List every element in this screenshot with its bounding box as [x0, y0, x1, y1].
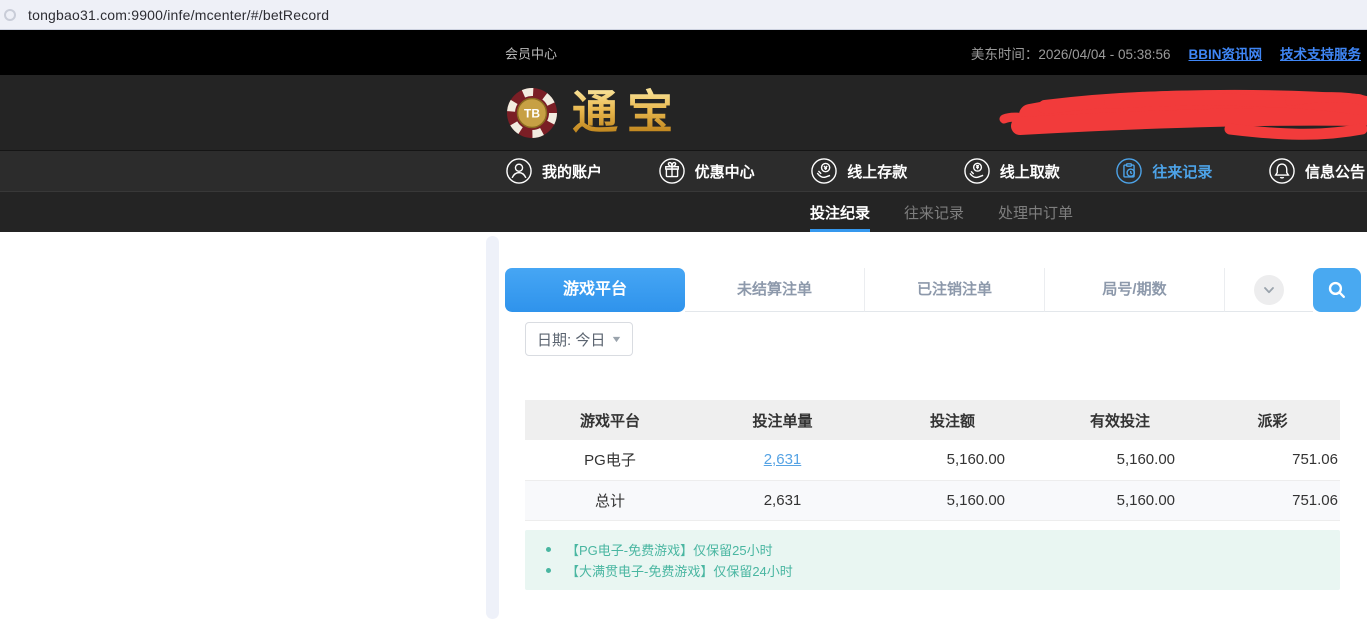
- cell-total-bet-amount: 5,160.00: [870, 480, 1035, 520]
- col-bet-count: 投注单量: [695, 400, 870, 440]
- col-valid-bet: 有效投注: [1035, 400, 1205, 440]
- chevron-down-icon: [1254, 275, 1284, 305]
- note-text: 【PG电子-免费游戏】仅保留25小时: [566, 540, 773, 559]
- tabs-expand-button[interactable]: [1225, 268, 1313, 312]
- cell-total-valid-bet: 5,160.00: [1035, 480, 1205, 520]
- nav-label: 我的账户: [542, 161, 602, 182]
- deposit-icon: [810, 157, 838, 185]
- sub-nav: 投注纪录 往来记录 处理中订单: [0, 191, 1367, 232]
- records-icon: [1115, 157, 1143, 185]
- cell-payout: 751.06: [1205, 440, 1340, 480]
- bbin-news-link[interactable]: BBIN资讯网: [1189, 43, 1263, 63]
- nav-item-transaction-records[interactable]: 往来记录: [1115, 157, 1212, 185]
- date-filter-label: 日期: 今日: [537, 329, 605, 350]
- tab-unsettled-bets[interactable]: 未结算注单: [685, 268, 865, 312]
- col-game-platform: 游戏平台: [525, 400, 695, 440]
- gift-icon: [658, 157, 686, 185]
- nav-item-withdraw[interactable]: 线上取款: [963, 157, 1060, 185]
- note-line: 【PG电子-免费游戏】仅保留25小时: [525, 539, 1340, 560]
- subnav-item-bet-records[interactable]: 投注纪录: [810, 192, 870, 232]
- cell-total-label: 总计: [525, 480, 695, 520]
- cell-total-payout: 751.06: [1205, 480, 1340, 520]
- poker-chip-icon: TB: [505, 86, 559, 140]
- top-utility-bar: 会员中心 美东时间：2026/04/04 - 05:38:56 BBIN资讯网 …: [0, 30, 1367, 75]
- withdraw-icon: [963, 157, 991, 185]
- browser-control-icon: [4, 9, 16, 21]
- nav-label: 往来记录: [1152, 161, 1212, 182]
- caret-down-icon: ▼: [611, 334, 623, 344]
- tab-cancelled-bets[interactable]: 已注销注单: [865, 268, 1045, 312]
- bullet-icon: [546, 547, 551, 552]
- nav-item-promotions[interactable]: 优惠中心: [658, 157, 755, 185]
- page: tongbao31.com:9900/infe/mcenter/#/betRec…: [0, 0, 1367, 619]
- retention-notes: 【PG电子-免费游戏】仅保留25小时 【大满贯电子-免费游戏】仅保留24小时: [525, 530, 1340, 590]
- server-time: 美东时间：2026/04/04 - 05:38:56: [971, 43, 1171, 63]
- nav-item-announcements[interactable]: 信息公告: [1268, 157, 1365, 185]
- nav-label: 线上取款: [1000, 161, 1060, 182]
- table-row: PG电子 2,631 5,160.00 5,160.00 751.06: [525, 440, 1340, 480]
- user-icon: [505, 157, 533, 185]
- tab-game-platform[interactable]: 游戏平台: [505, 268, 685, 312]
- bet-summary-table: 游戏平台 投注单量 投注额 有效投注 派彩 PG电子 2,631 5,160.0…: [525, 400, 1340, 521]
- search-icon: [1326, 279, 1348, 301]
- subnav-item-processing-orders[interactable]: 处理中订单: [998, 192, 1073, 232]
- nav-label: 线上存款: [847, 161, 907, 182]
- tech-support-link[interactable]: 技术支持服务: [1280, 43, 1361, 63]
- panel-scrollbar[interactable]: [486, 236, 499, 619]
- cell-bet-amount: 5,160.00: [870, 440, 1035, 480]
- date-filter-dropdown[interactable]: 日期: 今日 ▼: [525, 322, 633, 356]
- nav-label: 信息公告: [1305, 161, 1365, 182]
- query-tabs: 游戏平台 未结算注单 已注销注单 局号/期数: [505, 268, 1361, 312]
- brand-name: 通宝: [572, 85, 682, 140]
- note-text: 【大满贯电子-免费游戏】仅保留24小时: [566, 561, 793, 580]
- nav-item-deposit[interactable]: 线上存款: [810, 157, 907, 185]
- bullet-icon: [546, 568, 551, 573]
- member-center-link[interactable]: 会员中心: [505, 43, 557, 62]
- table-total-row: 总计 2,631 5,160.00 5,160.00 751.06: [525, 480, 1340, 520]
- table-header-row: 游戏平台 投注单量 投注额 有效投注 派彩: [525, 400, 1340, 440]
- redaction-scribble: [990, 79, 1367, 147]
- col-bet-amount: 投注额: [870, 400, 1035, 440]
- header: TB 通宝: [0, 75, 1367, 150]
- tab-round-number[interactable]: 局号/期数: [1045, 268, 1225, 312]
- browser-address-bar[interactable]: tongbao31.com:9900/infe/mcenter/#/betRec…: [0, 0, 1367, 30]
- cell-platform: PG电子: [525, 440, 695, 480]
- subnav-item-transaction-records[interactable]: 往来记录: [904, 192, 964, 232]
- brand-logo[interactable]: TB 通宝: [505, 85, 682, 140]
- main-nav: 我的账户 优惠中心 线上存款: [0, 150, 1367, 191]
- topbar-right-group: 美东时间：2026/04/04 - 05:38:56 BBIN资讯网 技术支持服…: [971, 43, 1361, 63]
- cell-total-count: 2,631: [695, 480, 870, 520]
- bet-count-link[interactable]: 2,631: [764, 451, 802, 468]
- svg-text:TB: TB: [524, 106, 540, 120]
- nav-item-my-account[interactable]: 我的账户: [505, 157, 602, 185]
- url-text[interactable]: tongbao31.com:9900/infe/mcenter/#/betRec…: [28, 7, 329, 23]
- note-line: 【大满贯电子-免费游戏】仅保留24小时: [525, 560, 1340, 581]
- cell-valid-bet: 5,160.00: [1035, 440, 1205, 480]
- search-button[interactable]: [1313, 268, 1361, 312]
- nav-label: 优惠中心: [695, 161, 755, 182]
- content-area: 游戏平台 未结算注单 已注销注单 局号/期数 日期: 今日 ▼: [0, 232, 1367, 619]
- bell-icon: [1268, 157, 1296, 185]
- col-payout: 派彩: [1205, 400, 1340, 440]
